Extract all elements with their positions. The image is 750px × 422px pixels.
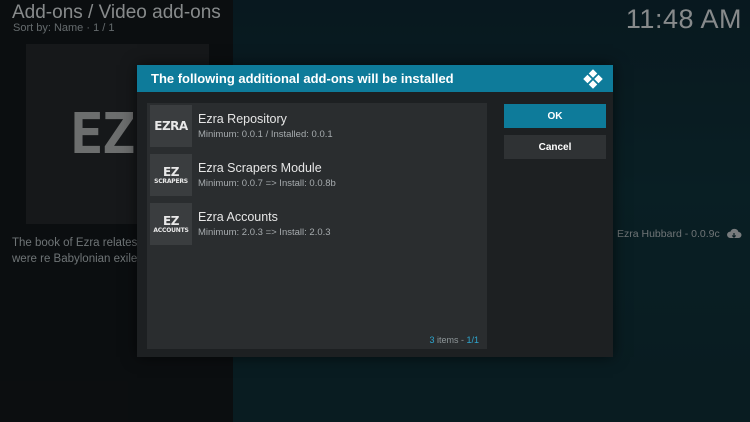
addon-name: Ezra Repository — [198, 112, 287, 126]
item-count-number: 3 — [429, 335, 435, 345]
thumb-label: EZRA — [154, 119, 188, 133]
addon-name: Ezra Scrapers Module — [198, 161, 322, 175]
kodi-logo-icon — [583, 68, 603, 89]
thumb-label: EZ — [163, 164, 179, 179]
item-count-label: items - — [436, 335, 467, 345]
thumb-sublabel: ACCOUNTS — [153, 226, 189, 234]
list-item[interactable]: EZRA Ezra Repository Minimum: 0.0.1 / In… — [150, 104, 480, 148]
addon-thumbnail: EZRA — [150, 105, 192, 147]
dialog-title: The following additional add-ons will be… — [151, 71, 454, 86]
addon-version: Minimum: 0.0.1 / Installed: 0.0.1 — [198, 129, 333, 140]
page-indicator: 1/1 — [466, 335, 479, 345]
ok-button[interactable]: OK — [504, 104, 606, 128]
addon-list[interactable]: EZRA Ezra Repository Minimum: 0.0.1 / In… — [147, 103, 487, 349]
thumb-label: EZ — [163, 213, 179, 228]
list-item[interactable]: EZ SCRAPERS Ezra Scrapers Module Minimum… — [150, 153, 480, 197]
install-dependencies-dialog: The following additional add-ons will be… — [137, 65, 613, 357]
list-item[interactable]: EZ ACCOUNTS Ezra Accounts Minimum: 2.0.3… — [150, 202, 480, 246]
dialog-header: The following additional add-ons will be… — [137, 65, 613, 92]
addon-version: Minimum: 2.0.3 => Install: 2.0.3 — [198, 227, 331, 238]
addon-thumbnail: EZ SCRAPERS — [150, 154, 192, 196]
cancel-button[interactable]: Cancel — [504, 135, 606, 159]
addon-version: Minimum: 0.0.7 => Install: 0.0.8b — [198, 178, 336, 189]
addon-name: Ezra Accounts — [198, 210, 278, 224]
item-count: 3 items - 1/1 — [429, 335, 479, 345]
addon-thumbnail: EZ ACCOUNTS — [150, 203, 192, 245]
thumb-sublabel: SCRAPERS — [154, 177, 188, 185]
